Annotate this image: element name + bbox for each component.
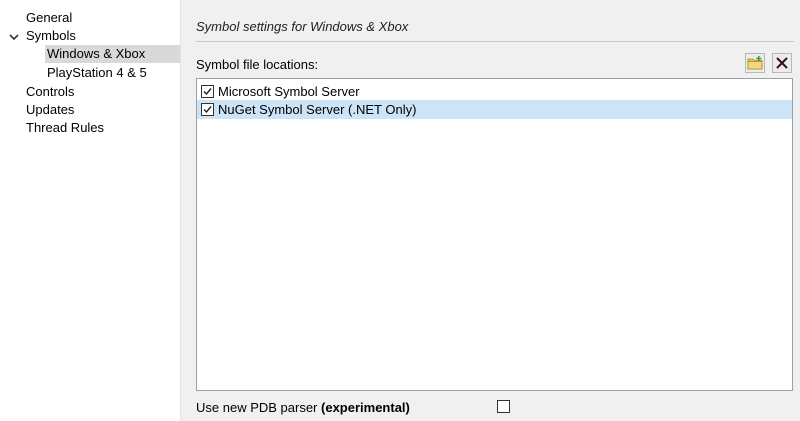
pdb-parser-label-text: Use new PDB parser	[196, 400, 318, 415]
list-item[interactable]: Microsoft Symbol Server	[197, 82, 792, 101]
remove-location-button[interactable]	[772, 53, 792, 73]
folder-add-icon	[747, 56, 763, 70]
pdb-parser-label-bold: (experimental)	[321, 400, 410, 415]
symbol-locations-label: Symbol file locations:	[196, 57, 319, 72]
nav-item-symbols[interactable]: Symbols	[26, 27, 76, 45]
nav-item-general[interactable]: General	[26, 9, 72, 27]
chevron-down-icon[interactable]	[7, 30, 21, 44]
nav-item-windows-xbox[interactable]: Windows & Xbox	[45, 45, 180, 63]
nav-item-controls[interactable]: Controls	[26, 83, 74, 101]
add-location-button[interactable]	[745, 53, 765, 73]
checkmark-icon	[203, 88, 212, 96]
pdb-parser-checkbox[interactable]	[497, 400, 510, 413]
nav-item-thread-rules[interactable]: Thread Rules	[26, 119, 104, 137]
location-label: Microsoft Symbol Server	[218, 84, 360, 99]
symbol-settings-window: General Symbols Windows & Xbox PlayStati…	[0, 0, 800, 421]
location-checkbox[interactable]	[201, 103, 214, 116]
close-icon	[776, 57, 788, 69]
location-label: NuGet Symbol Server (.NET Only)	[218, 102, 417, 117]
nav-item-updates[interactable]: Updates	[26, 101, 74, 119]
page-title: Symbol settings for Windows & Xbox	[196, 19, 409, 34]
settings-nav-tree: General Symbols Windows & Xbox PlayStati…	[0, 0, 181, 421]
symbol-locations-list[interactable]: Microsoft Symbol Server NuGet Symbol Ser…	[196, 78, 793, 391]
nav-item-playstation[interactable]: PlayStation 4 & 5	[47, 64, 147, 82]
checkmark-icon	[203, 106, 212, 114]
location-checkbox[interactable]	[201, 85, 214, 98]
title-divider	[196, 41, 794, 42]
list-item[interactable]: NuGet Symbol Server (.NET Only)	[197, 100, 792, 119]
settings-content-panel: Symbol settings for Windows & Xbox Symbo…	[186, 0, 800, 421]
pdb-parser-label: Use new PDB parser (experimental)	[196, 400, 410, 415]
